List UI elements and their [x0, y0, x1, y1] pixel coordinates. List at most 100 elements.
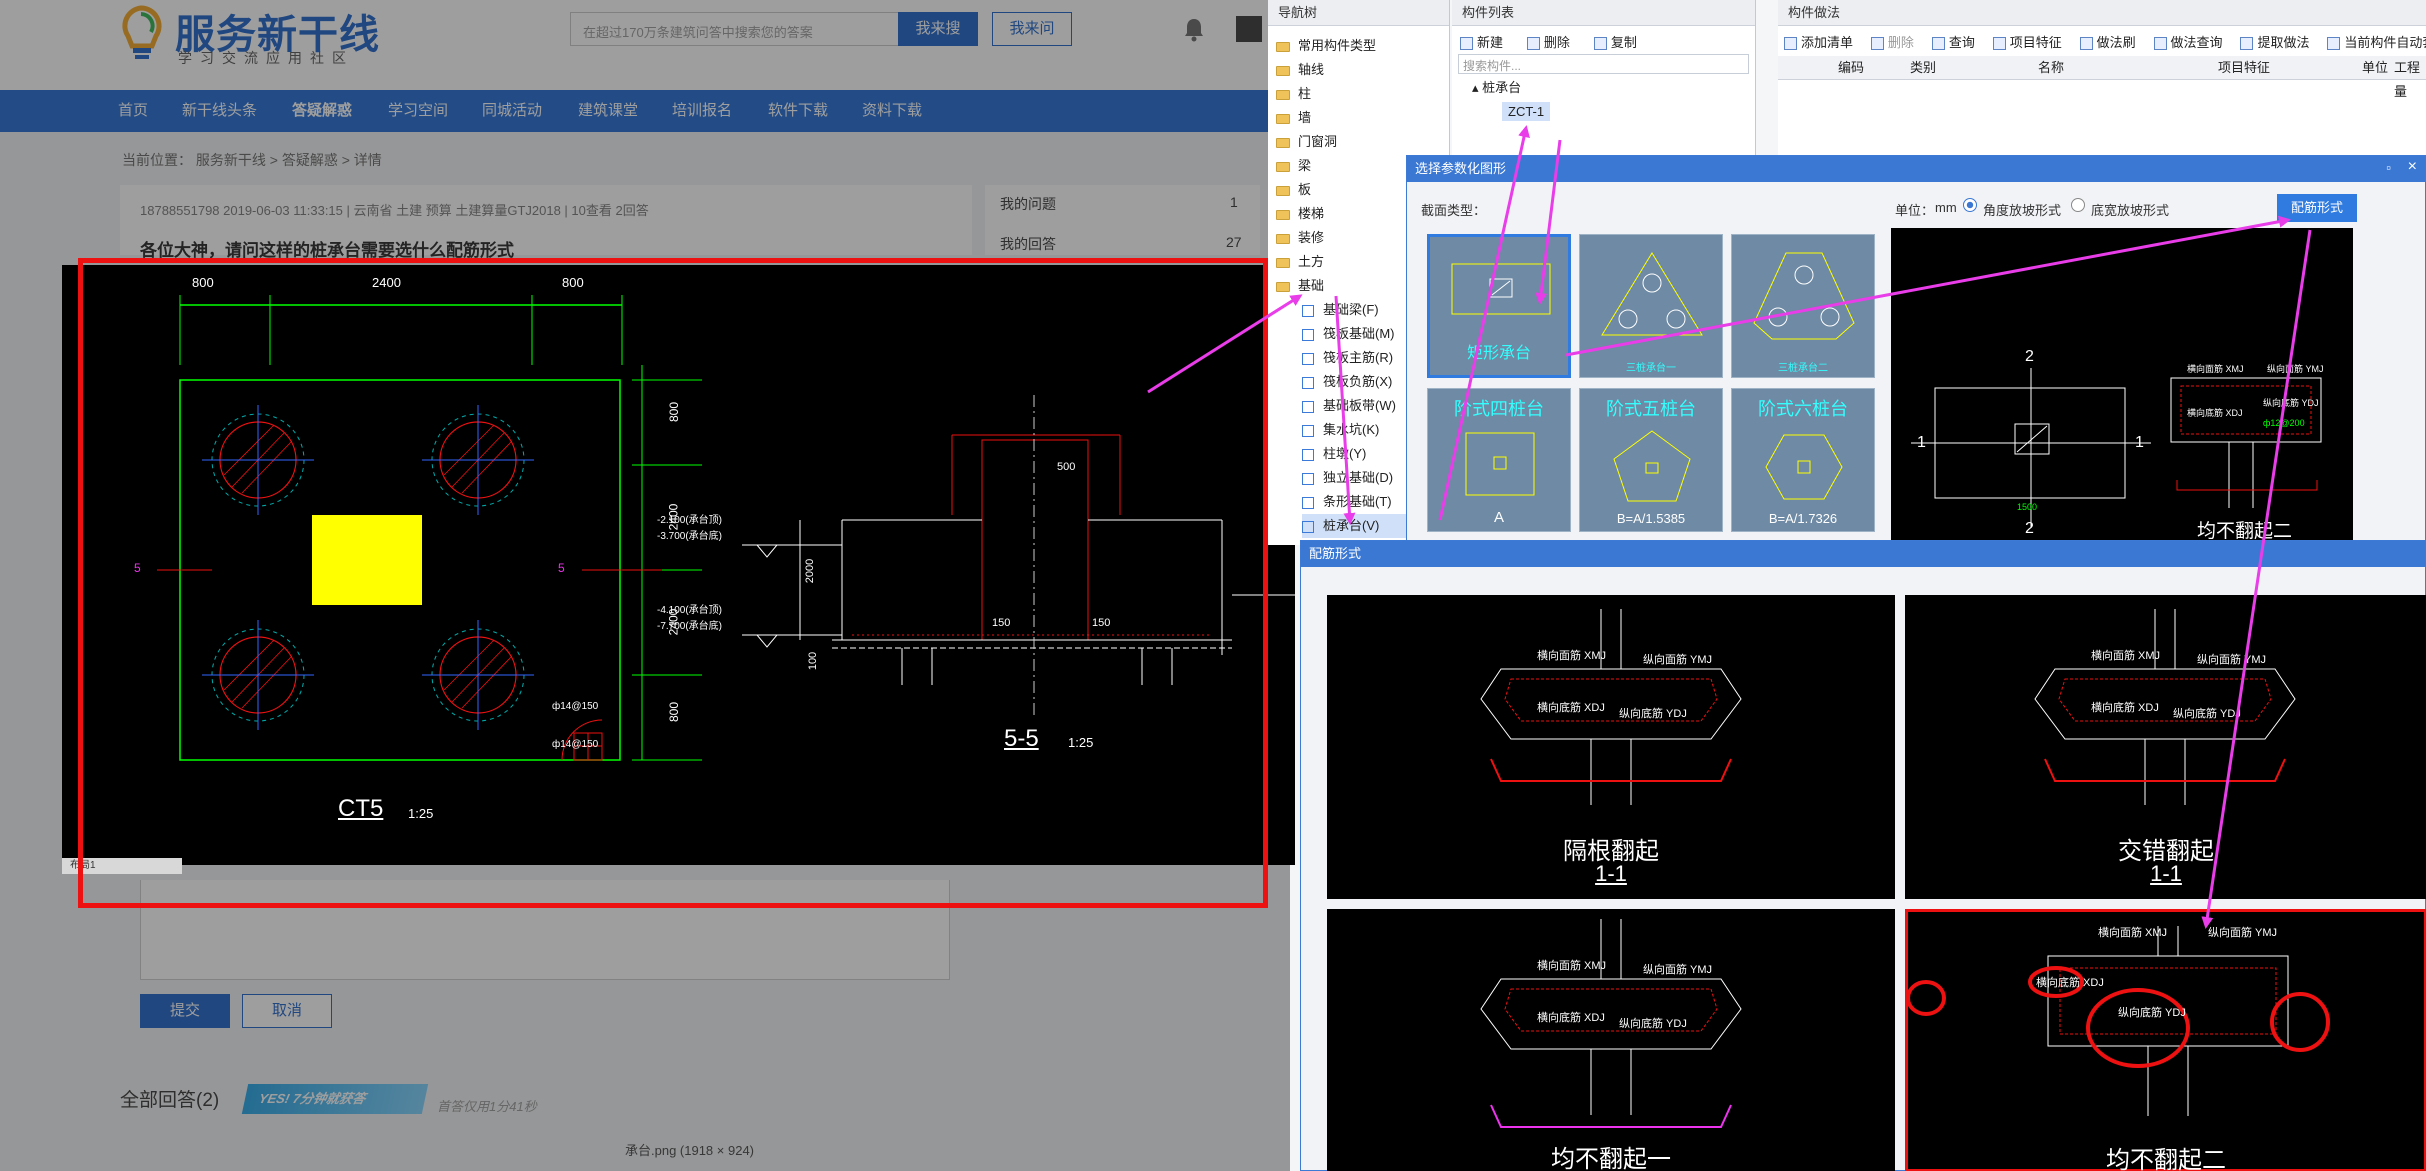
shape-step-four-label: 阶式四桩台: [1454, 399, 1544, 419]
close-icon[interactable]: ×: [2408, 158, 2417, 176]
tree-sub-label: 独立基础(D): [1323, 470, 1394, 485]
tree-sub-label: 集水坑(K): [1323, 422, 1380, 437]
auto-apply-button[interactable]: 当前构件自动套做法: [2327, 35, 2426, 51]
delete-component-button[interactable]: 删除: [1526, 35, 1570, 51]
tree-sub-label: 筏板主筋(R): [1323, 350, 1394, 365]
rebar-option-staggered[interactable]: 横向面筋 XMJ 纵向面筋 YMJ 横向底筋 XDJ 纵向底筋 YDJ 交错翻起…: [1905, 595, 2426, 899]
t2-label-xdj: 横向底筋 XDJ: [2091, 702, 2159, 714]
add-list-button[interactable]: 添加清单: [1784, 35, 1853, 51]
step-five-drawing: [1613, 430, 1691, 502]
preview-dim-top: 2: [2025, 348, 2034, 365]
method-grid-header: 编码 类别 名称 项目特征 单位 工程量: [1778, 56, 2426, 99]
delete-label: 删除: [1543, 35, 1570, 50]
t2-label-ydj: 纵向底筋 YDJ: [2173, 708, 2241, 720]
component-list-panel: 构件列表 新建 删除 复制 搜索构件... ▴ 桩承台 ZCT-1: [1452, 0, 1756, 160]
t2-label-ymj: 纵向面筋 YMJ: [2197, 654, 2267, 666]
rect-cap-drawing: [1451, 263, 1551, 315]
preview-dim-left: 1: [1917, 434, 1926, 451]
rebar-option-every-other[interactable]: 横向面筋 XMJ 纵向面筋 YMJ 横向底筋 XDJ 纵向底筋 YDJ 隔根翻起…: [1327, 595, 1895, 899]
shape-step-six-pile[interactable]: 阶式六桩台 B=A/1.7326: [1731, 388, 1875, 532]
preview-dim-1500: 1500: [2017, 502, 2038, 512]
rebar-option-no-bend-1[interactable]: 横向面筋 XMJ 纵向面筋 YMJ 横向底筋 XDJ 纵向底筋 YDJ 均不翻起…: [1327, 909, 1895, 1171]
folder-icon: [1276, 137, 1290, 148]
tree-item-wall[interactable]: 墙: [1276, 106, 1449, 130]
raft-main-bar-icon: [1302, 352, 1314, 365]
t4-label-ymj: 纵向面筋 YMJ: [2208, 927, 2278, 939]
select-parametric-shape-dialog: 选择参数化图形 ▫ × 截面类型： 单位： mm 角度放坡形式 底宽放坡形式 配…: [1406, 155, 2426, 545]
tree-item-common[interactable]: 常用构件类型: [1276, 34, 1449, 58]
component-tree-root[interactable]: ▴ 桩承台: [1452, 76, 1755, 100]
raft-icon: [1302, 328, 1314, 341]
copy-component-button[interactable]: 复制: [1593, 35, 1637, 51]
shape-rect-cap-label: 矩形承台: [1466, 345, 1531, 362]
shape-step-five-sub: B=A/1.5385: [1616, 511, 1686, 526]
tree-item-openings[interactable]: 门窗洞: [1276, 130, 1449, 154]
radio-width-label: 底宽放坡形式: [2091, 203, 2170, 218]
shape-three-pile-2[interactable]: 三桩承台二: [1731, 234, 1875, 378]
col-feature: 项目特征: [2218, 60, 2271, 75]
t3-label-xmj: 横向面筋 XMJ: [1537, 960, 1607, 972]
tree-label: 土方: [1298, 254, 1325, 269]
dialog1-title: 选择参数化图形: [1407, 156, 2425, 182]
tree-sub-label: 桩承台(V): [1323, 518, 1380, 533]
new-component-button[interactable]: 新建: [1460, 35, 1504, 51]
tree-item-column[interactable]: 柱: [1276, 82, 1449, 106]
extract-icon: [2240, 37, 2254, 51]
copy-icon: [1593, 37, 1607, 51]
component-zct1[interactable]: ZCT-1: [1452, 100, 1755, 124]
tree-label: 柱: [1298, 86, 1312, 101]
three-pile-1-drawing: [1601, 252, 1703, 336]
brush-icon: [2079, 37, 2093, 51]
delete-icon: [1526, 37, 1540, 51]
method-title: 构件做法: [1778, 0, 2426, 26]
extract-method-button[interactable]: 提取做法: [2240, 35, 2309, 51]
method-brush-button[interactable]: 做法刷: [2079, 35, 2136, 51]
radio-angle[interactable]: [1963, 198, 1977, 212]
item-feature-button[interactable]: 项目特征: [1992, 35, 2062, 51]
shape-step-six-label: 阶式六桩台: [1758, 399, 1848, 419]
section-type-label: 截面类型：: [1421, 203, 1487, 218]
rebar-drawing-3: [1480, 919, 1742, 1128]
shape-rect-cap[interactable]: 矩形承台: [1427, 234, 1571, 378]
col-name: 名称: [2038, 60, 2065, 75]
shape-step-five-label: 阶式五桩台: [1606, 399, 1696, 419]
col-category: 类别: [1910, 60, 1937, 75]
method-query-button[interactable]: 做法查询: [2153, 35, 2223, 51]
preview-dim-bottom: 2: [2025, 520, 2034, 537]
t1-label-xmj: 横向面筋 XMJ: [1537, 650, 1607, 662]
t3-label-ydj: 纵向底筋 YDJ: [1619, 1018, 1687, 1030]
add-list-icon: [1784, 37, 1797, 51]
rebar-form-button[interactable]: 配筋形式: [2277, 194, 2357, 222]
isolated-footing-icon: [1302, 472, 1314, 485]
rebar-option-no-bend-2[interactable]: 横向面筋 XMJ 纵向面筋 YMJ 横向底筋 XDJ 纵向底筋 YDJ 均不翻起…: [1905, 909, 2426, 1171]
method-delete-button[interactable]: 删除: [1870, 35, 1914, 51]
tree-label: 基础: [1298, 278, 1325, 293]
folder-icon: [1276, 65, 1290, 76]
raft-neg-bar-icon: [1302, 376, 1314, 389]
step-six-drawing: [1765, 434, 1843, 500]
preview-drawing: [1911, 368, 2322, 528]
t3-label-xdj: 横向底筋 XDJ: [1537, 1012, 1605, 1024]
shape-step-four-sub: A: [1493, 509, 1504, 526]
maximize-icon[interactable]: ▫: [2386, 160, 2391, 175]
component-search-input[interactable]: 搜索构件...: [1458, 54, 1749, 74]
item-feature-label: 项目特征: [2009, 35, 2062, 50]
preview-label-ymj: 纵向面筋 YMJ: [2267, 364, 2324, 374]
radio-angle-label: 角度放坡形式: [1983, 203, 2062, 218]
item-feature-icon: [1992, 37, 2006, 51]
shape-three-pile-1-sub: 三桩承台一: [1626, 363, 1676, 374]
strip-icon: [1302, 400, 1314, 413]
shape-step-five-pile[interactable]: 阶式五桩台 B=A/1.5385: [1579, 388, 1723, 532]
tree-label: 板: [1298, 182, 1312, 197]
shape-three-pile-1[interactable]: 三桩承台一: [1579, 234, 1723, 378]
radio-width[interactable]: [2071, 198, 2085, 212]
new-label: 新建: [1477, 35, 1504, 50]
preview-dim-right: 1: [2135, 434, 2144, 451]
query-button[interactable]: 查询: [1931, 35, 1975, 51]
tree-label: 墙: [1298, 110, 1312, 125]
method-query-icon: [2153, 37, 2167, 51]
tree-item-axis[interactable]: 轴线: [1276, 58, 1449, 82]
shape-step-four-pile[interactable]: 阶式四桩台 A: [1427, 388, 1571, 532]
tree-sub-label: 筏板负筋(X): [1323, 374, 1393, 389]
component-list-title: 构件列表: [1452, 0, 1755, 26]
